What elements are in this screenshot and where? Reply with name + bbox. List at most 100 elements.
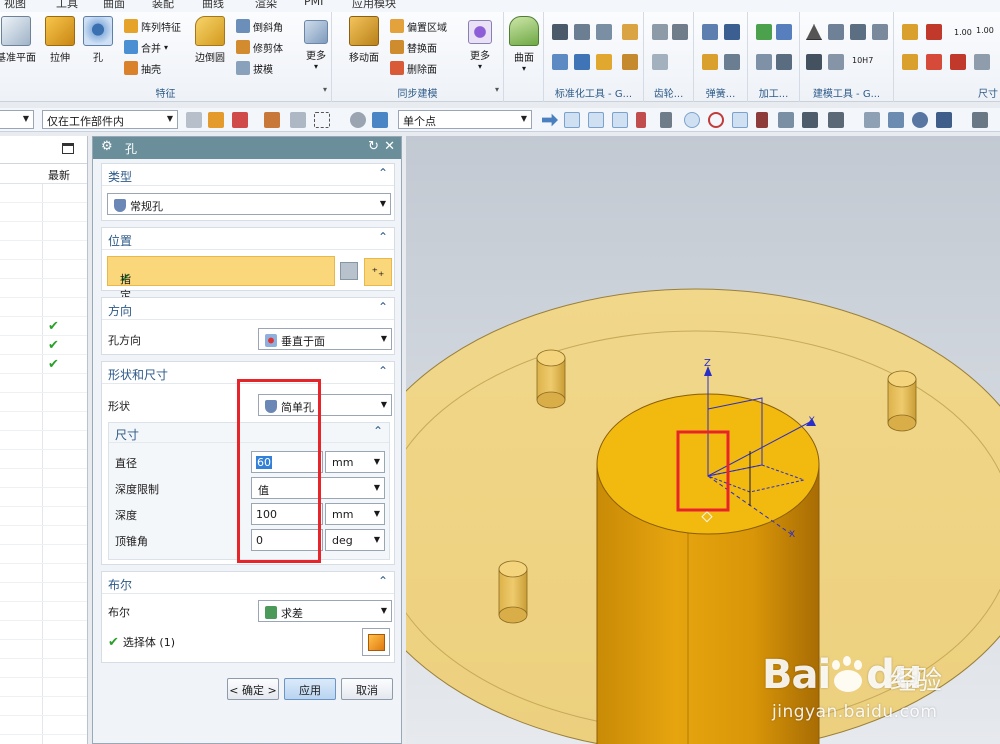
model-tool-6-icon[interactable]	[828, 54, 844, 70]
navigator-row[interactable]	[0, 203, 87, 222]
view-orientation-icon[interactable]	[936, 112, 952, 128]
navigator-row[interactable]: ✔	[0, 355, 87, 374]
collapse-icon[interactable]: ⌃	[378, 230, 388, 244]
navigator-row[interactable]	[0, 374, 87, 393]
maximize-icon[interactable]	[62, 143, 74, 154]
std-tool-7-icon[interactable]	[596, 54, 612, 70]
gear-group-label[interactable]: 齿轮...	[644, 85, 693, 100]
snap-existing-point-icon[interactable]	[732, 112, 748, 128]
select-body-row[interactable]: ✔ 选择体 (1)	[102, 628, 394, 656]
boolean-section-header[interactable]: 布尔 ⌃	[102, 572, 394, 594]
std-tools-group-label[interactable]: 标准化工具 - G...	[544, 85, 643, 100]
snap-bounded-icon[interactable]	[802, 112, 818, 128]
depth-unit-dropdown[interactable]: mm ▼	[325, 503, 385, 525]
reset-icon[interactable]: ↻	[368, 139, 379, 154]
snap-endpoint-icon[interactable]	[588, 112, 604, 128]
snap-intersection-icon[interactable]	[660, 112, 672, 128]
gear-tool-3-icon[interactable]	[652, 54, 668, 70]
model-tool-3-icon[interactable]	[850, 24, 866, 40]
type-section-header[interactable]: 类型 ⌃	[102, 164, 394, 186]
navigator-row[interactable]	[0, 621, 87, 640]
snap-control-point-icon[interactable]	[636, 112, 646, 128]
navigator-row[interactable]	[0, 431, 87, 450]
navigator-row[interactable]	[0, 241, 87, 260]
navigator-row[interactable]	[0, 412, 87, 431]
snap-quadrant-icon[interactable]	[708, 112, 724, 128]
menu-render[interactable]: 渲染	[255, 0, 277, 11]
apply-button[interactable]: 应用	[284, 678, 336, 700]
hole-direction-dropdown[interactable]: 垂直于面 ▼	[258, 328, 392, 350]
std-tool-4-icon[interactable]	[622, 24, 638, 40]
navigator-row[interactable]	[0, 526, 87, 545]
extrude-button[interactable]: 拉伸	[40, 16, 80, 64]
cancel-button[interactable]: 取消	[341, 678, 393, 700]
latest-column-header[interactable]: 最新	[48, 167, 70, 183]
datum-plane-button[interactable]: 基准平面	[0, 16, 36, 64]
spring-tool-2-icon[interactable]	[724, 24, 740, 40]
view-rotate-icon[interactable]	[912, 112, 928, 128]
navigator-row[interactable]	[0, 659, 87, 678]
sync-more-button[interactable]: 更多 ▾	[460, 16, 500, 71]
navigator-row[interactable]	[0, 184, 87, 203]
snap-midpoint-icon[interactable]	[612, 112, 628, 128]
view-zoom-icon[interactable]	[888, 112, 904, 128]
type-filter-combo[interactable]: ▼	[0, 110, 34, 129]
rectangle-select-icon[interactable]	[314, 112, 330, 128]
pattern-feature-button[interactable]: 阵列特征	[124, 16, 181, 36]
std-tool-2-icon[interactable]	[574, 24, 590, 40]
menu-app-modules[interactable]: 应用模块	[352, 0, 396, 11]
render-style-icon[interactable]	[972, 112, 988, 128]
std-tool-3-icon[interactable]	[596, 24, 612, 40]
surface-button[interactable]: 曲面 ▾	[504, 16, 544, 73]
select-filter-3-icon[interactable]	[232, 112, 248, 128]
offset-region-button[interactable]: 偏置区域	[390, 16, 447, 36]
model-tool-5-icon[interactable]	[806, 54, 822, 70]
shell-button[interactable]: 抽壳	[124, 58, 161, 78]
hole-type-dropdown[interactable]: 常规孔 ▼	[107, 193, 391, 215]
select-filter-1-icon[interactable]	[186, 112, 202, 128]
select-filter-4-icon[interactable]	[264, 112, 280, 128]
dim-value-1[interactable]: 1.00	[954, 28, 972, 37]
dim-tool-6-icon[interactable]	[974, 54, 990, 70]
collapse-icon[interactable]: ⌃	[378, 574, 388, 588]
snap-on-face-icon[interactable]	[778, 112, 794, 128]
hole-button[interactable]: 孔	[78, 16, 118, 64]
point-dialog-icon[interactable]: ⁺₊	[364, 258, 392, 286]
dim-tool-5-icon[interactable]	[950, 54, 966, 70]
machining-tool-4-icon[interactable]	[776, 54, 792, 70]
navigator-row[interactable]	[0, 602, 87, 621]
navigator-row[interactable]: ✔	[0, 317, 87, 336]
navigator-row[interactable]	[0, 279, 87, 298]
navigator-row[interactable]	[0, 583, 87, 602]
spring-group-label[interactable]: 弹簧...	[694, 85, 747, 100]
std-tool-8-icon[interactable]	[622, 54, 638, 70]
machining-group-label[interactable]: 加工...	[748, 85, 799, 100]
dimension-group-label[interactable]: 尺寸	[894, 85, 1000, 100]
navigator-row[interactable]	[0, 488, 87, 507]
diameter-unit-dropdown[interactable]: mm ▼	[325, 451, 385, 473]
select-filter-7-icon[interactable]	[372, 112, 388, 128]
menu-assembly[interactable]: 装配	[152, 0, 174, 11]
chamfer-button[interactable]: 倒斜角	[236, 16, 283, 36]
navigator-row[interactable]	[0, 564, 87, 583]
pin-2[interactable]	[887, 370, 917, 432]
fit-label[interactable]: 10H7	[852, 56, 873, 65]
gear-tool-1-icon[interactable]	[652, 24, 668, 40]
navigator-row[interactable]	[0, 716, 87, 735]
boolean-dropdown[interactable]: 求差 ▼	[258, 600, 392, 622]
move-face-button[interactable]: 移动面	[344, 16, 384, 64]
navigator-row[interactable]	[0, 735, 87, 744]
sketch-section-icon[interactable]	[340, 262, 358, 280]
snap-grid-icon[interactable]	[828, 112, 844, 128]
gear-tool-2-icon[interactable]	[672, 24, 688, 40]
delete-face-button[interactable]: 删除面	[390, 58, 437, 78]
draft-button[interactable]: 拔模	[236, 58, 273, 78]
select-body-icon[interactable]	[362, 628, 390, 656]
gear-icon[interactable]: ⚙	[101, 139, 113, 154]
navigator-row[interactable]	[0, 393, 87, 412]
std-tool-6-icon[interactable]	[574, 54, 590, 70]
collapse-icon[interactable]: ⌃	[378, 166, 388, 180]
model-tool-4-icon[interactable]	[872, 24, 888, 40]
pin-1[interactable]	[536, 349, 566, 409]
modeling-tools-group-label[interactable]: 建模工具 - G...	[800, 85, 893, 100]
